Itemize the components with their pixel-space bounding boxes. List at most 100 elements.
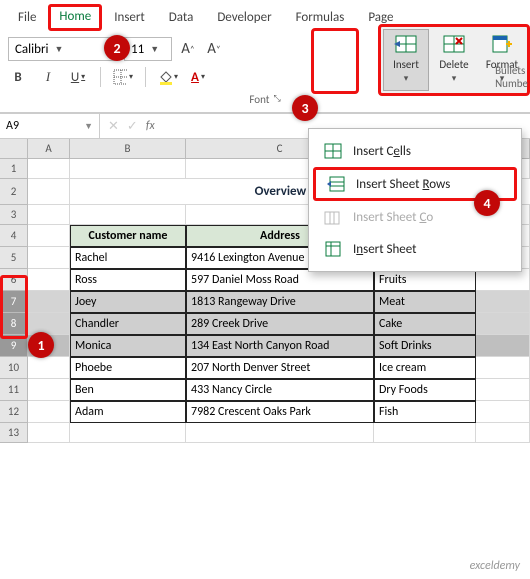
tab-insert[interactable]: Insert <box>102 4 157 31</box>
cell[interactable] <box>28 423 70 443</box>
format-cells-icon <box>490 34 514 54</box>
cell[interactable] <box>70 159 186 179</box>
cell[interactable]: Monica <box>70 335 186 357</box>
cell[interactable] <box>476 357 530 379</box>
cell[interactable] <box>28 379 70 401</box>
cell[interactable]: 134 East North Canyon Road <box>186 335 374 357</box>
cell[interactable] <box>476 423 530 443</box>
fill-color-button[interactable]: ▾ <box>158 67 178 87</box>
tab-developer[interactable]: Developer <box>205 4 283 31</box>
tab-formulas[interactable]: Formulas <box>284 4 357 31</box>
insert-rows-icon <box>326 174 346 194</box>
insert-dropdown-button[interactable]: Insert ▾ <box>383 29 429 91</box>
col-header-A[interactable]: A <box>28 139 70 158</box>
row-header[interactable]: 12 <box>0 401 28 423</box>
cell[interactable] <box>28 401 70 423</box>
cell[interactable] <box>28 179 70 205</box>
separator <box>100 67 101 87</box>
cell[interactable] <box>28 159 70 179</box>
font-size-combo[interactable]: 11 ▼ <box>124 37 172 61</box>
cell[interactable] <box>476 379 530 401</box>
cell[interactable] <box>476 335 530 357</box>
row-header[interactable]: 8 <box>0 313 28 335</box>
cell[interactable] <box>28 313 70 335</box>
cell[interactable]: 207 North Denver Street <box>186 357 374 379</box>
row-header[interactable]: 4 <box>0 225 28 247</box>
chevron-down-icon: ▾ <box>404 73 409 84</box>
cell[interactable]: Adam <box>70 401 186 423</box>
cell[interactable]: 7982 Crescent Oaks Park <box>186 401 374 423</box>
name-box[interactable]: A9 ▼ <box>0 114 100 138</box>
row-header[interactable]: 6 <box>0 269 28 291</box>
italic-button[interactable]: I <box>38 67 58 87</box>
cell[interactable] <box>28 225 70 247</box>
row-header[interactable]: 10 <box>0 357 28 379</box>
cell[interactable] <box>476 401 530 423</box>
cell[interactable]: Ross <box>70 269 186 291</box>
menu-label: Insert Sheet Co <box>353 210 433 225</box>
menu-insert-cells[interactable]: Insert Cells <box>309 135 521 167</box>
cell[interactable]: Chandler <box>70 313 186 335</box>
fx-label[interactable]: fx <box>146 119 155 133</box>
increase-font-icon[interactable]: A˄ <box>178 39 198 59</box>
row-header[interactable]: 13 <box>0 423 28 443</box>
header-customer[interactable]: Customer name <box>70 225 186 247</box>
cell[interactable]: Dry Foods <box>374 379 476 401</box>
bucket-icon <box>158 69 172 85</box>
chevron-down-icon: ▾ <box>81 72 85 82</box>
cell[interactable] <box>28 357 70 379</box>
dialog-launcher-icon[interactable]: ⤡ <box>273 93 280 106</box>
font-name-combo[interactable]: Calibri ▼ <box>8 37 118 61</box>
row-header[interactable]: 7 <box>0 291 28 313</box>
enter-icon[interactable]: ✓ <box>127 119 138 134</box>
row-header[interactable]: 11 <box>0 379 28 401</box>
cancel-icon[interactable]: ✕ <box>108 119 119 134</box>
cell[interactable]: Fruits <box>374 269 476 291</box>
cell[interactable]: 1813 Rangeway Drive <box>186 291 374 313</box>
cell[interactable] <box>28 205 70 225</box>
row-header[interactable]: 1 <box>0 159 28 179</box>
cell[interactable] <box>476 269 530 291</box>
cell[interactable] <box>28 247 70 269</box>
row-header[interactable]: 3 <box>0 205 28 225</box>
font-color-button[interactable]: A▾ <box>188 67 208 87</box>
cell[interactable]: Ice cream <box>374 357 476 379</box>
row-header[interactable]: 2 <box>0 179 28 205</box>
row-header[interactable]: 5 <box>0 247 28 269</box>
cell[interactable]: Joey <box>70 291 186 313</box>
cell[interactable] <box>70 205 186 225</box>
decrease-font-icon[interactable]: A˅ <box>204 39 224 59</box>
cell[interactable] <box>476 291 530 313</box>
bold-button[interactable]: B <box>8 67 28 87</box>
col-header-B[interactable]: B <box>70 139 186 158</box>
table-row: 10 Phoebe207 North Denver StreetIce cream <box>0 357 530 379</box>
tab-home[interactable]: Home <box>48 4 102 31</box>
cell[interactable]: 289 Creek Drive <box>186 313 374 335</box>
delete-dropdown-button[interactable]: Delete ▾ <box>431 29 477 91</box>
cell[interactable] <box>374 423 476 443</box>
select-all-corner[interactable] <box>0 139 28 158</box>
cell[interactable]: Cake <box>374 313 476 335</box>
cell[interactable]: Fish <box>374 401 476 423</box>
cell[interactable]: Ben <box>70 379 186 401</box>
cell[interactable] <box>70 423 186 443</box>
cell[interactable]: 433 Nancy Circle <box>186 379 374 401</box>
cell[interactable] <box>28 291 70 313</box>
tab-file[interactable]: File <box>6 4 48 31</box>
tab-data[interactable]: Data <box>157 4 206 31</box>
borders-button[interactable]: ▾ <box>113 67 133 87</box>
cell[interactable]: Soft Drinks <box>374 335 476 357</box>
cell[interactable]: Meat <box>374 291 476 313</box>
separator <box>145 67 146 87</box>
underline-button[interactable]: U▾ <box>68 67 88 87</box>
cell[interactable] <box>186 423 374 443</box>
cell[interactable] <box>476 313 530 335</box>
cell[interactable]: Phoebe <box>70 357 186 379</box>
insert-cells-icon <box>394 34 418 54</box>
cell[interactable] <box>28 269 70 291</box>
callout-4: 4 <box>474 190 500 216</box>
menu-insert-sheet[interactable]: Insert Sheet <box>309 233 521 265</box>
cell[interactable]: Rachel <box>70 247 186 269</box>
cell[interactable]: 597 Daniel Moss Road <box>186 269 374 291</box>
row-header[interactable]: 9 <box>0 335 28 357</box>
